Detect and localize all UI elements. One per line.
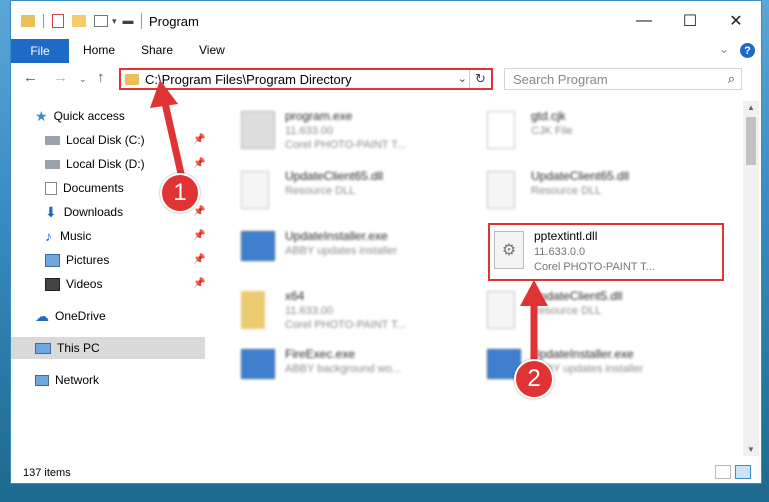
arrow-2 bbox=[520, 280, 548, 364]
step-badge-1: 1 bbox=[160, 173, 200, 213]
annotation-overlay bbox=[150, 80, 548, 364]
step-badge-2: 2 bbox=[514, 359, 554, 399]
arrow-1 bbox=[150, 80, 186, 182]
